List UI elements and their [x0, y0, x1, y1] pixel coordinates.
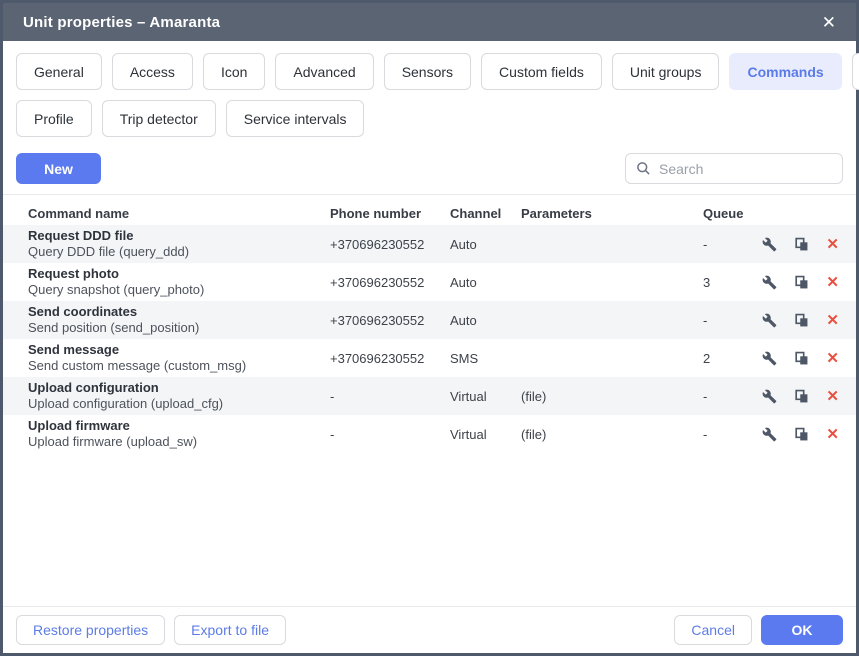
header-queue: Queue — [703, 206, 753, 221]
restore-properties-button[interactable]: Restore properties — [16, 615, 165, 645]
header-command-name: Command name — [28, 206, 330, 221]
tab-service-intervals[interactable]: Service intervals — [226, 100, 365, 137]
row-actions: ✕ — [753, 351, 856, 366]
copy-icon[interactable] — [794, 427, 809, 442]
header-channel: Channel — [450, 206, 521, 221]
tab-trip-detector[interactable]: Trip detector — [102, 100, 216, 137]
delete-icon[interactable]: ✕ — [826, 351, 839, 366]
tab-icon[interactable]: Icon — [203, 53, 265, 90]
row-actions: ✕ — [753, 427, 856, 442]
delete-icon[interactable]: ✕ — [826, 427, 839, 442]
tab-eco-driving[interactable]: Eco driving — [852, 53, 859, 90]
channel-cell: Virtual — [450, 389, 521, 404]
tab-access[interactable]: Access — [112, 53, 193, 90]
wrench-icon[interactable] — [762, 351, 777, 366]
tab-custom-fields[interactable]: Custom fields — [481, 53, 602, 90]
dialog-footer: Restore properties Export to file Cancel… — [3, 606, 856, 653]
queue-cell: - — [703, 389, 753, 404]
command-name: Request DDD file — [28, 228, 330, 244]
table-row[interactable]: Upload configuration Upload configuratio… — [3, 377, 856, 415]
row-actions: ✕ — [753, 313, 856, 328]
command-name: Send message — [28, 342, 330, 358]
delete-icon[interactable]: ✕ — [826, 313, 839, 328]
delete-icon[interactable]: ✕ — [826, 389, 839, 404]
parameters-cell: (file) — [521, 427, 703, 442]
command-name: Upload firmware — [28, 418, 330, 434]
unit-properties-dialog: Unit properties – Amaranta ✕ General Acce… — [0, 0, 859, 656]
channel-cell: SMS — [450, 351, 521, 366]
tab-general[interactable]: General — [16, 53, 102, 90]
phone-number-cell: +370696230552 — [330, 275, 450, 290]
commands-table: Command name Phone number Channel Parame… — [3, 195, 856, 606]
tab-commands[interactable]: Commands — [729, 53, 841, 90]
tab-advanced[interactable]: Advanced — [275, 53, 373, 90]
search-box[interactable] — [625, 153, 843, 184]
search-icon — [636, 161, 651, 176]
channel-cell: Auto — [450, 275, 521, 290]
command-description: Send position (send_position) — [28, 320, 330, 336]
copy-icon[interactable] — [794, 237, 809, 252]
channel-cell: Virtual — [450, 427, 521, 442]
table-row[interactable]: Send message Send custom message (custom… — [3, 339, 856, 377]
queue-cell: - — [703, 313, 753, 328]
tab-sensors[interactable]: Sensors — [384, 53, 471, 90]
queue-cell: - — [703, 237, 753, 252]
parameters-cell: (file) — [521, 389, 703, 404]
tab-row: Profile Trip detector Service intervals — [16, 100, 843, 137]
command-description: Send custom message (custom_msg) — [28, 358, 330, 374]
search-input[interactable] — [659, 161, 832, 177]
command-description: Query DDD file (query_ddd) — [28, 244, 330, 260]
close-icon[interactable]: ✕ — [818, 12, 840, 33]
command-description: Upload firmware (upload_sw) — [28, 434, 330, 450]
tab-unit-groups[interactable]: Unit groups — [612, 53, 720, 90]
wrench-icon[interactable] — [762, 275, 777, 290]
phone-number-cell: +370696230552 — [330, 237, 450, 252]
table-header-row: Command name Phone number Channel Parame… — [3, 195, 856, 225]
row-actions: ✕ — [753, 389, 856, 404]
commands-toolbar: New — [3, 149, 856, 195]
command-name: Upload configuration — [28, 380, 330, 396]
ok-button[interactable]: OK — [761, 615, 843, 645]
copy-icon[interactable] — [794, 275, 809, 290]
phone-number-cell: +370696230552 — [330, 313, 450, 328]
wrench-icon[interactable] — [762, 237, 777, 252]
table-row[interactable]: Request photo Query snapshot (query_phot… — [3, 263, 856, 301]
copy-icon[interactable] — [794, 313, 809, 328]
command-name: Request photo — [28, 266, 330, 282]
copy-icon[interactable] — [794, 351, 809, 366]
cancel-button[interactable]: Cancel — [674, 615, 752, 645]
delete-icon[interactable]: ✕ — [826, 275, 839, 290]
phone-number-cell: - — [330, 427, 450, 442]
header-phone-number: Phone number — [330, 206, 450, 221]
phone-number-cell: - — [330, 389, 450, 404]
export-to-file-button[interactable]: Export to file — [174, 615, 286, 645]
channel-cell: Auto — [450, 237, 521, 252]
dialog-title: Unit properties – Amaranta — [23, 14, 220, 31]
wrench-icon[interactable] — [762, 389, 777, 404]
wrench-icon[interactable] — [762, 313, 777, 328]
table-row[interactable]: Request DDD file Query DDD file (query_d… — [3, 225, 856, 263]
table-row[interactable]: Send coordinates Send position (send_pos… — [3, 301, 856, 339]
new-command-button[interactable]: New — [16, 153, 101, 184]
queue-cell: - — [703, 427, 753, 442]
command-description: Upload configuration (upload_cfg) — [28, 396, 330, 412]
row-actions: ✕ — [753, 275, 856, 290]
wrench-icon[interactable] — [762, 427, 777, 442]
command-description: Query snapshot (query_photo) — [28, 282, 330, 298]
header-parameters: Parameters — [521, 206, 703, 221]
command-name: Send coordinates — [28, 304, 330, 320]
table-row[interactable]: Upload firmware Upload firmware (upload_… — [3, 415, 856, 453]
queue-cell: 3 — [703, 275, 753, 290]
phone-number-cell: +370696230552 — [330, 351, 450, 366]
channel-cell: Auto — [450, 313, 521, 328]
copy-icon[interactable] — [794, 389, 809, 404]
tab-profile[interactable]: Profile — [16, 100, 92, 137]
table-body: Request DDD file Query DDD file (query_d… — [3, 225, 856, 453]
delete-icon[interactable]: ✕ — [826, 237, 839, 252]
row-actions: ✕ — [753, 237, 856, 252]
tab-row: General Access Icon Advanced Sensors Custom f… — [16, 53, 843, 90]
tabs-bar: General Access Icon Advanced Sensors Custom f… — [3, 41, 856, 149]
queue-cell: 2 — [703, 351, 753, 366]
dialog-titlebar: Unit properties – Amaranta ✕ — [3, 3, 856, 41]
